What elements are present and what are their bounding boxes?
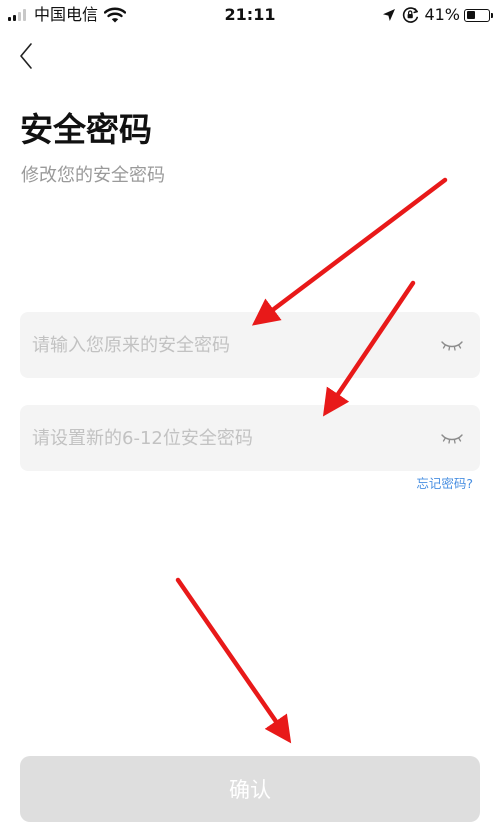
forgot-password-link[interactable]: 忘记密码?	[416, 476, 473, 492]
new-password-input[interactable]	[32, 405, 422, 471]
battery-level	[466, 11, 475, 19]
chevron-left-icon	[20, 43, 32, 69]
eye-closed-icon[interactable]	[440, 336, 464, 354]
battery-icon	[464, 8, 493, 22]
annotation-arrow	[251, 177, 448, 326]
eye-closed-icon[interactable]	[440, 429, 464, 447]
confirm-button[interactable]: 确认	[20, 756, 480, 822]
old-password-input[interactable]	[32, 312, 422, 378]
status-bar: 中国电信 21:11 41%	[0, 0, 500, 30]
battery-percent: 41%	[424, 5, 460, 24]
annotation-arrow	[175, 577, 292, 744]
new-password-field[interactable]	[20, 405, 480, 471]
status-right: 41%	[382, 5, 493, 25]
page-subtitle: 修改您的安全密码	[21, 165, 165, 186]
back-button[interactable]	[18, 40, 48, 72]
location-arrow-icon	[383, 9, 396, 21]
old-password-field[interactable]	[20, 312, 480, 378]
page-title: 安全密码	[20, 110, 152, 149]
orientation-lock-icon	[403, 7, 419, 23]
